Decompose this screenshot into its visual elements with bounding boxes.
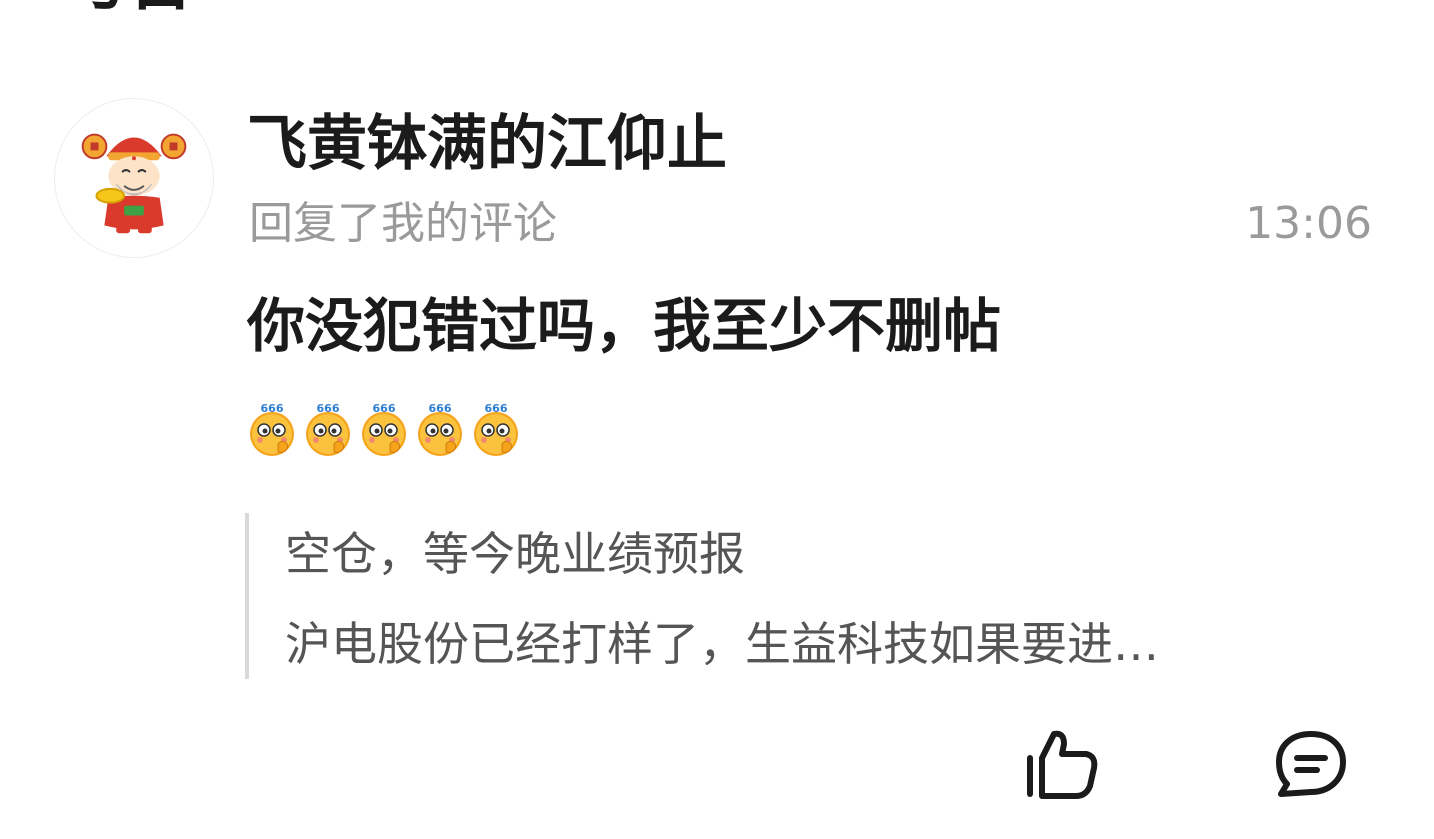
action-text: 回复了我的评论 xyxy=(249,198,557,249)
666-emoji-icon: 666 xyxy=(248,400,296,458)
comment-bubble-icon xyxy=(1276,731,1346,797)
avatar[interactable] xyxy=(54,98,214,258)
quoted-line-1: 空仓，等今晚业绩预报 xyxy=(285,527,745,581)
666-emoji-icon: 666 xyxy=(304,400,352,458)
page-title: 与台 xyxy=(62,0,194,14)
666-emoji-icon: 666 xyxy=(416,400,464,458)
666-emoji-icon: 666 xyxy=(360,400,408,458)
comment-button[interactable] xyxy=(1275,728,1347,800)
timestamp: 13:06 xyxy=(1245,198,1372,249)
reply-text[interactable]: 你没犯错过吗，我至少不删帖 xyxy=(247,290,1001,362)
emoji-row: 666 666 666 666 666 xyxy=(248,400,520,460)
notification-page: 与台 飞黄钵满的江仰止 xyxy=(0,0,1434,839)
username[interactable]: 飞黄钵满的江仰止 xyxy=(247,108,727,180)
quoted-comment[interactable]: 空仓，等今晚业绩预报 沪电股份已经打样了，生益科技如果要进… xyxy=(245,513,1365,679)
like-button[interactable] xyxy=(1024,728,1100,800)
666-emoji-icon: 666 xyxy=(472,400,520,458)
god-of-wealth-avatar-icon xyxy=(81,133,187,234)
thumbs-up-icon xyxy=(1027,730,1098,799)
quoted-line-2: 沪电股份已经打样了，生益科技如果要进… xyxy=(285,617,1159,671)
